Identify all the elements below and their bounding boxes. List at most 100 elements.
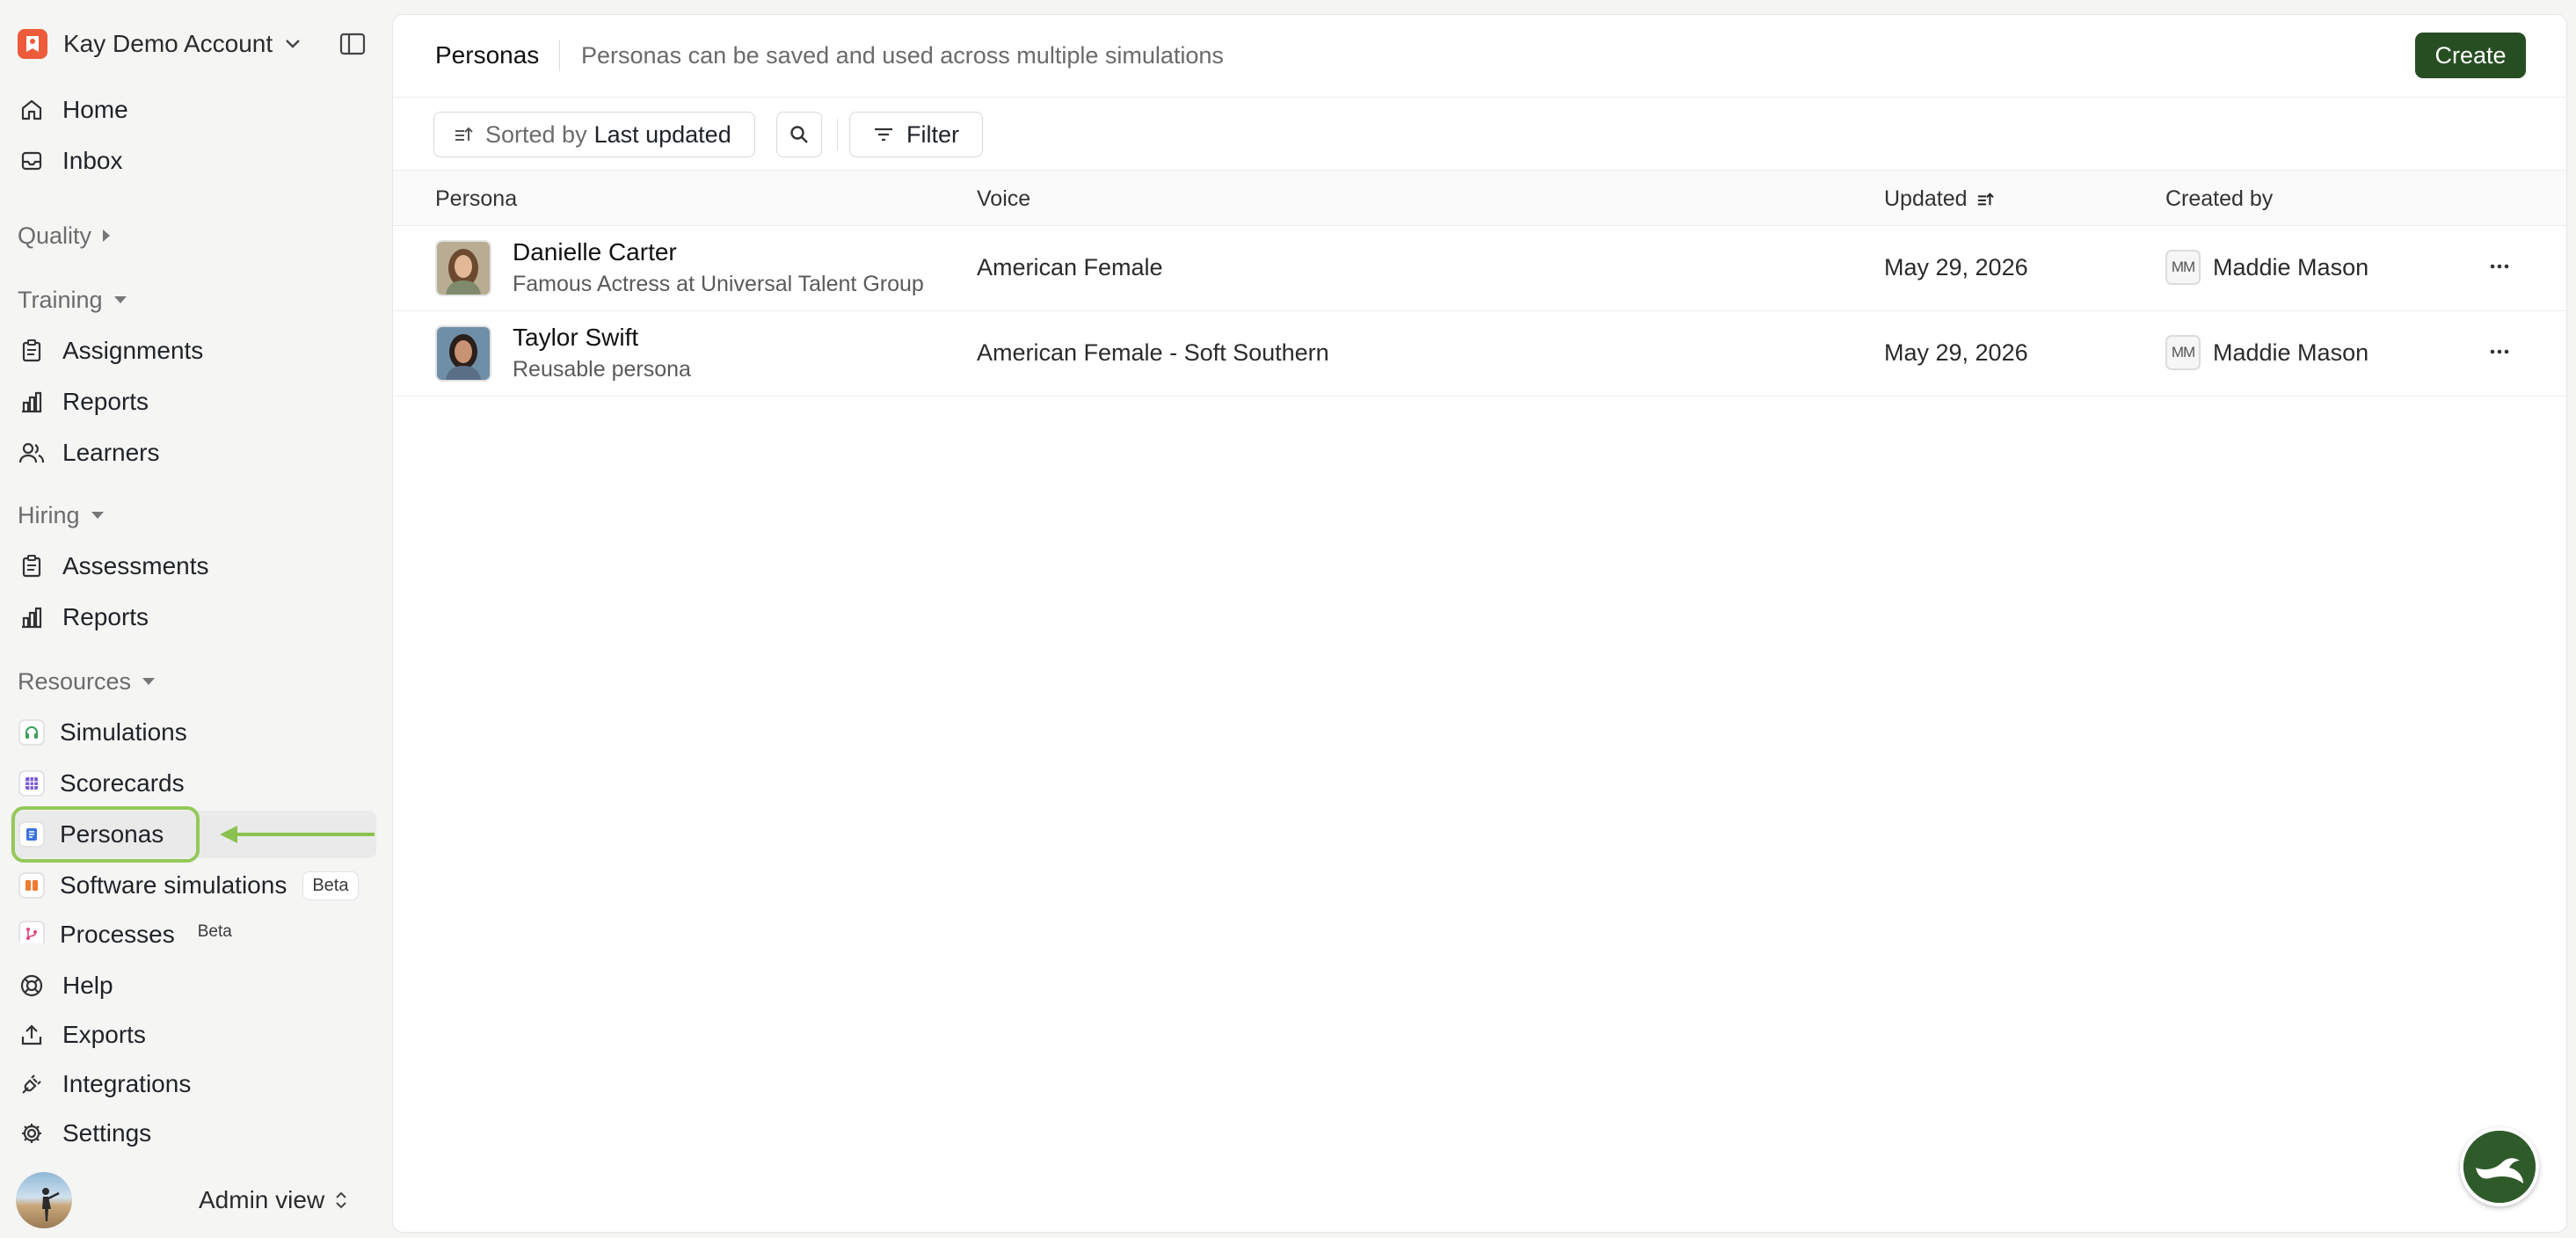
sidebar-item-settings[interactable]: Settings: [16, 1114, 376, 1153]
search-icon: [790, 126, 808, 143]
sidebar-item-label: Scorecards: [60, 769, 185, 797]
column-header-updated[interactable]: Updated: [1884, 186, 1994, 212]
page-subtitle: Personas can be saved and used across mu…: [581, 42, 1224, 69]
user-menu[interactable]: Admin view: [16, 1172, 367, 1228]
bar-chart-icon: [16, 601, 47, 633]
sidebar-toggle-icon[interactable]: [339, 32, 366, 56]
persona-subtitle: Famous Actress at Universal Talent Group: [513, 272, 924, 296]
table-row[interactable]: Danielle Carter Famous Actress at Univer…: [393, 226, 2566, 311]
sidebar-item-home[interactable]: Home: [16, 91, 376, 129]
clipboard-icon: [16, 335, 47, 367]
header-divider: [559, 40, 560, 71]
sidebar-item-scorecards[interactable]: Scorecards: [16, 764, 376, 803]
voice-cell: American Female - Soft Southern: [977, 339, 1329, 366]
sidebar-item-label: Settings: [62, 1119, 152, 1147]
creator-initials: MM: [2165, 250, 2201, 285]
creator-initials: MM: [2165, 335, 2201, 370]
create-button[interactable]: Create: [2415, 33, 2526, 78]
sidebar-item-label: Assignments: [62, 337, 204, 364]
account-name: Kay Demo Account: [63, 30, 273, 57]
section-label: Training: [18, 286, 103, 313]
avatar: [16, 1172, 72, 1228]
sidebar-item-exports[interactable]: Exports: [16, 1016, 376, 1054]
section-label: Resources: [18, 667, 132, 695]
view-mode-label: Admin view: [199, 1186, 325, 1213]
filter-label: Filter: [906, 120, 959, 148]
caret-down-icon: [91, 512, 104, 519]
sidebar-item-hiring-reports[interactable]: Reports: [16, 598, 376, 637]
persona-subtitle: Reusable persona: [513, 357, 691, 382]
sidebar-item-label: Processes: [60, 921, 175, 943]
beta-badge: Beta: [302, 870, 359, 900]
column-header-voice[interactable]: Voice: [977, 186, 1030, 212]
sidebar-item-label: Simulations: [60, 718, 187, 746]
sidebar-item-label: Help: [62, 972, 113, 999]
sidebar-item-learners[interactable]: Learners: [16, 433, 376, 472]
lifebuoy-icon: [16, 970, 47, 1001]
creator-name: Maddie Mason: [2213, 253, 2369, 280]
sidebar-item-label: Home: [62, 96, 128, 123]
bird-logo-icon: [2463, 1131, 2536, 1203]
main-panel: Personas Personas can be saved and used …: [392, 14, 2567, 1233]
creator-cell: MM Maddie Mason: [2165, 335, 2369, 370]
sidebar-item-integrations[interactable]: Integrations: [16, 1065, 376, 1103]
section-quality[interactable]: Quality: [18, 218, 111, 253]
sidebar-item-training-reports[interactable]: Reports: [16, 382, 376, 421]
section-training[interactable]: Training: [18, 282, 127, 317]
caret-down-icon: [113, 296, 127, 303]
filter-icon: [875, 127, 892, 142]
sidebar-item-help[interactable]: Help: [16, 966, 376, 1005]
sort-button[interactable]: Sorted by Last updated: [433, 112, 755, 157]
caret-right-icon: [103, 229, 111, 242]
section-hiring[interactable]: Hiring: [18, 498, 105, 533]
persona-avatar: [435, 325, 491, 382]
branch-icon: [18, 921, 45, 943]
sidebar-item-label: Exports: [62, 1021, 146, 1048]
column-header-persona[interactable]: Persona: [435, 186, 517, 212]
sort-prefix: Sorted by: [485, 120, 587, 148]
chevron-down-icon: [286, 40, 300, 48]
persona-avatar: [435, 240, 491, 296]
updated-cell: May 29, 2026: [1884, 254, 2028, 280]
table-header: Persona Voice Updated Created by: [393, 170, 2566, 226]
more-options-icon[interactable]: [2484, 336, 2515, 368]
more-options-icon[interactable]: [2484, 251, 2515, 282]
account-logo-icon: [18, 29, 47, 59]
column-header-label: Updated: [1884, 186, 1968, 211]
sidebar-item-label: Software simulations: [60, 871, 287, 899]
chat-launcher-button[interactable]: [2460, 1127, 2539, 1206]
headset-icon: [18, 719, 45, 746]
filter-button[interactable]: Filter: [849, 112, 983, 157]
annotation-arrow-icon: [220, 826, 375, 843]
sidebar-item-label: Learners: [62, 439, 160, 466]
section-label: Quality: [18, 222, 92, 249]
creator-cell: MM Maddie Mason: [2165, 250, 2369, 285]
section-resources[interactable]: Resources: [18, 664, 156, 699]
sidebar-item-processes[interactable]: Processes Beta: [16, 917, 376, 943]
caret-down-icon: [142, 678, 156, 685]
section-label: Hiring: [18, 501, 80, 528]
sidebar-item-label: Reports: [62, 388, 149, 415]
annotation-highlight: [11, 806, 200, 863]
table-row[interactable]: Taylor Swift Reusable persona American F…: [393, 311, 2566, 397]
page-title: Personas: [435, 41, 540, 69]
beta-badge: Beta: [197, 922, 232, 941]
search-button[interactable]: [776, 112, 822, 157]
page-header: Personas Personas can be saved and used …: [393, 15, 2566, 98]
inbox-icon: [16, 145, 47, 177]
sidebar-item-label: Integrations: [62, 1070, 192, 1097]
clipboard-icon: [16, 550, 47, 582]
sidebar-item-assignments[interactable]: Assignments: [16, 331, 376, 370]
sidebar-item-software-simulations[interactable]: Software simulations Beta: [16, 866, 376, 905]
users-icon: [16, 437, 47, 469]
sidebar-item-simulations[interactable]: Simulations: [16, 713, 376, 752]
voice-cell: American Female: [977, 254, 1163, 280]
column-header-created-by[interactable]: Created by: [2165, 186, 2273, 212]
updated-cell: May 29, 2026: [1884, 339, 2028, 366]
sidebar-item-inbox[interactable]: Inbox: [16, 142, 376, 180]
sort-value: Last updated: [593, 120, 731, 148]
account-switcher[interactable]: Kay Demo Account: [18, 28, 301, 60]
gear-icon: [16, 1118, 47, 1149]
toolbar-divider: [837, 119, 838, 150]
sidebar-item-assessments[interactable]: Assessments: [16, 547, 376, 586]
